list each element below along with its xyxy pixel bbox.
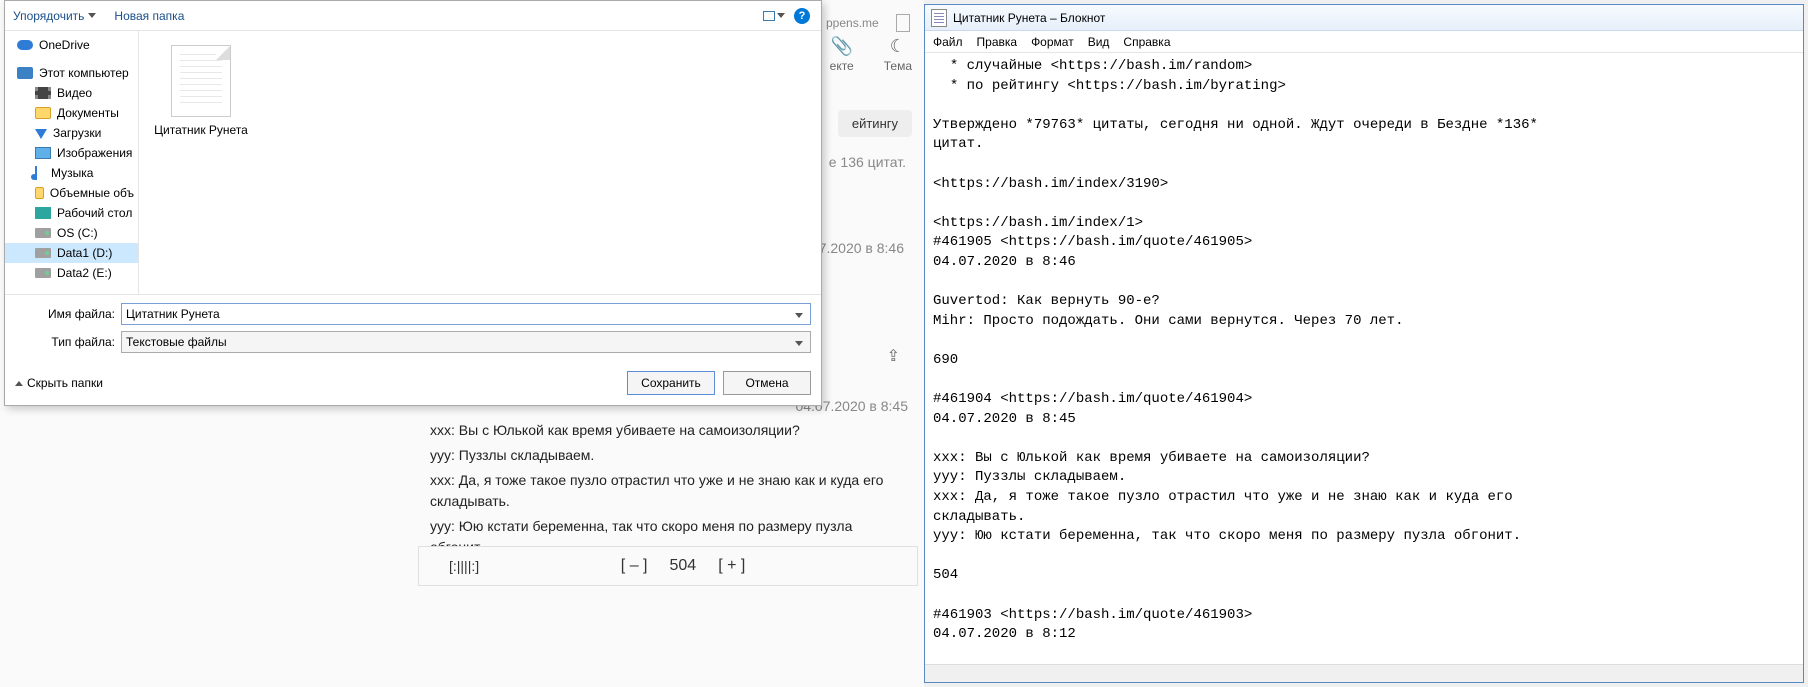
- tree-item-label: Музыка: [51, 166, 93, 180]
- file-item-label: Цитатник Рунета: [153, 123, 249, 137]
- drive-icon: [35, 268, 51, 278]
- vote-down-button[interactable]: [ – ]: [621, 557, 648, 575]
- header-theme-label: Тема: [884, 59, 912, 73]
- tree-item[interactable]: Рабочий стол: [5, 203, 138, 223]
- file-item[interactable]: Цитатник Рунета: [153, 45, 249, 137]
- tree-item-label: Изображения: [57, 146, 132, 160]
- organize-label: Упорядочить: [13, 9, 84, 23]
- quote-vote-bar: [:||||:] [ – ] 504 [ + ]: [418, 546, 918, 586]
- drive-icon: [35, 248, 51, 258]
- tree-item[interactable]: Музыка: [5, 163, 138, 183]
- music-icon: [35, 166, 45, 180]
- tree-item-label: OS (C:): [57, 226, 98, 240]
- tree-item[interactable]: Видео: [5, 83, 138, 103]
- new-folder-button[interactable]: Новая папка: [114, 9, 184, 23]
- menu-help[interactable]: Справка: [1123, 35, 1170, 49]
- hide-folders-toggle[interactable]: Скрыть папки: [15, 376, 103, 390]
- header-theme[interactable]: ☾ Тема: [884, 36, 912, 73]
- clip-icon: 📎: [830, 36, 852, 57]
- notepad-titlebar[interactable]: Цитатник Рунета – Блокнот: [925, 5, 1803, 31]
- tree-item[interactable]: Документы: [5, 103, 138, 123]
- organize-menu[interactable]: Упорядочить: [13, 9, 96, 23]
- tree-item-label: Видео: [57, 86, 92, 100]
- chevron-up-icon: [15, 381, 23, 386]
- notepad-icon: [931, 9, 947, 27]
- folder-icon: [35, 107, 51, 119]
- filename-input[interactable]: [126, 307, 806, 321]
- cancel-button[interactable]: Отмена: [723, 371, 811, 395]
- menu-file[interactable]: Файл: [933, 35, 963, 49]
- notepad-window: Цитатник Рунета – Блокнот Файл Правка Фо…: [924, 4, 1804, 683]
- tree-item-label: Рабочий стол: [57, 206, 132, 220]
- hide-folders-label: Скрыть папки: [27, 376, 103, 390]
- desk-icon: [35, 207, 51, 219]
- view-mode-button[interactable]: [763, 5, 785, 27]
- help-icon: ?: [794, 8, 810, 24]
- file-list-area[interactable]: Цитатник Рунета: [139, 31, 821, 294]
- drive-icon: [35, 228, 51, 238]
- tree-item-label: Объемные объ: [50, 186, 134, 200]
- down-icon: [35, 129, 47, 139]
- folder-icon: [35, 187, 44, 199]
- tree-item[interactable]: OS (C:): [5, 223, 138, 243]
- filetype-label: Тип файла:: [15, 335, 115, 349]
- pc-icon: [17, 67, 33, 79]
- filetype-value: Текстовые файлы: [126, 335, 227, 349]
- text-file-icon: [171, 45, 231, 117]
- tree-item[interactable]: Data1 (D:): [5, 243, 138, 263]
- tree-item[interactable]: Загрузки: [5, 123, 138, 143]
- notepad-menubar: Файл Правка Формат Вид Справка: [925, 31, 1803, 53]
- tree-item-label: Документы: [57, 106, 119, 120]
- film-icon: [35, 87, 51, 99]
- bayan-button[interactable]: [:||||:]: [449, 558, 479, 574]
- quote-line: xxx: Вы с Юлькой как время убиваете на с…: [430, 420, 904, 441]
- help-button[interactable]: ?: [791, 5, 813, 27]
- site-header-actions: 📎 екте ☾ Тема: [830, 36, 912, 73]
- filename-input-wrapper[interactable]: [121, 303, 811, 325]
- img-icon: [35, 147, 51, 159]
- quote-line: xxx: Да, я тоже такое пузло отрастил что…: [430, 470, 904, 512]
- moon-icon: ☾: [890, 36, 906, 57]
- chevron-down-icon[interactable]: [792, 308, 806, 322]
- tree-item-label: Загрузки: [53, 126, 101, 140]
- tree-item[interactable]: Изображения: [5, 143, 138, 163]
- cloud-icon: [17, 40, 33, 50]
- menu-view[interactable]: Вид: [1088, 35, 1110, 49]
- quote-body: xxx: Вы с Юлькой как время убиваете на с…: [430, 420, 904, 562]
- filetype-select[interactable]: Текстовые файлы: [121, 331, 811, 353]
- vote-up-button[interactable]: [ + ]: [718, 557, 745, 575]
- tab-by-rating[interactable]: ейтингу: [838, 110, 912, 137]
- tree-item-label: OneDrive: [39, 38, 90, 52]
- tree-item[interactable]: Этот компьютер: [5, 63, 138, 83]
- chevron-down-icon[interactable]: [792, 336, 806, 350]
- view-icon: [763, 11, 775, 21]
- chevron-down-icon: [88, 13, 96, 18]
- filename-label: Имя файла:: [15, 307, 115, 321]
- header-project[interactable]: 📎 екте: [830, 36, 854, 73]
- tree-item-label: Data1 (D:): [57, 246, 112, 260]
- horizontal-scrollbar[interactable]: [925, 664, 1803, 682]
- header-project-label: екте: [830, 59, 854, 73]
- browser-url-fragment: ppens.me: [826, 16, 879, 30]
- vote-count: 504: [669, 557, 696, 575]
- notepad-title: Цитатник Рунета – Блокнот: [953, 11, 1105, 25]
- menu-edit[interactable]: Правка: [977, 35, 1018, 49]
- tree-item[interactable]: OneDrive: [5, 35, 138, 55]
- notepad-textarea[interactable]: * случайные <https://bash.im/random> * п…: [925, 53, 1803, 664]
- quote-line: yyy: Пуззлы складываем.: [430, 445, 904, 466]
- site-status: е 136 цитат.: [829, 154, 906, 170]
- save-button[interactable]: Сохранить: [627, 371, 715, 395]
- menu-format[interactable]: Формат: [1031, 35, 1074, 49]
- chevron-down-icon: [777, 13, 785, 18]
- folder-tree[interactable]: OneDrive Этот компьютер Видео Документы Загр…: [5, 31, 139, 294]
- tree-item[interactable]: Объемные объ: [5, 183, 138, 203]
- share-icon[interactable]: ⇪: [887, 346, 900, 366]
- save-as-dialog: Упорядочить Новая папка ? OneDrive Этот к…: [4, 0, 822, 406]
- reader-mode-icon[interactable]: [896, 14, 910, 32]
- tree-item-label: Data2 (E:): [57, 266, 112, 280]
- tree-item-label: Этот компьютер: [39, 66, 129, 80]
- tree-item[interactable]: Data2 (E:): [5, 263, 138, 283]
